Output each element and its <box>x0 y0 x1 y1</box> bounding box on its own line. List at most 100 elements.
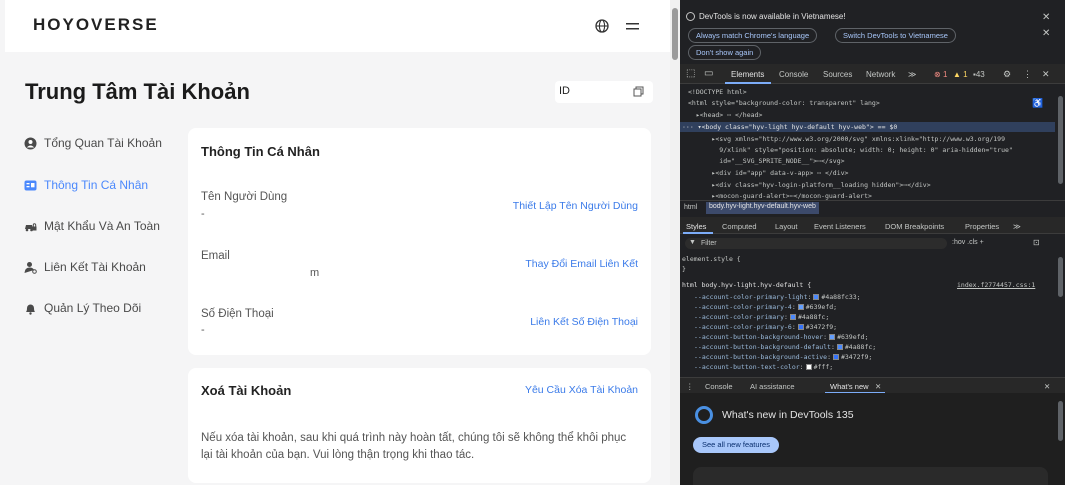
css-variable-row[interactable]: --account-color-primary-6: #3472f9; <box>694 323 837 331</box>
change-email-link[interactable]: Thay Đổi Email Liên Kết <box>525 258 638 270</box>
color-swatch[interactable] <box>813 294 820 300</box>
more-tabs-icon[interactable]: ≫ <box>908 70 916 79</box>
css-semicolon: ; <box>868 353 873 361</box>
page-scrollbar[interactable] <box>670 0 680 485</box>
tab-styles[interactable]: Styles <box>686 222 706 231</box>
dom-line[interactable]: ▸<div id="app" data-v-app> ⋯ </div> <box>688 169 848 177</box>
rule-source-link[interactable]: index.f2774457.css:1 <box>957 281 1035 289</box>
breadcrumb-body[interactable]: body.hyv-light.hyv-default.hyv-web <box>706 202 819 214</box>
css-variable-name: --account-color-primary-6 <box>694 323 792 331</box>
sidebar-toggle-icon[interactable]: ⊡ <box>1033 238 1040 247</box>
tab-elements[interactable]: Elements <box>731 70 764 79</box>
dom-line[interactable]: id="__SVG_SPRITE_NODE__">⋯</svg> <box>688 157 844 165</box>
settings-gear-icon[interactable]: ⚙ <box>1003 69 1011 80</box>
css-colon: : <box>799 363 804 371</box>
whats-new-scrollbar[interactable] <box>1055 393 1065 485</box>
globe-icon[interactable] <box>594 18 610 34</box>
dom-line[interactable]: <html style="background-color: transpare… <box>688 99 880 107</box>
error-count[interactable]: ⊗ 1 <box>934 70 947 79</box>
switch-language-button[interactable]: Switch DevTools to Vietnamese <box>835 28 956 43</box>
warning-count[interactable]: ▲ 1 <box>953 70 968 79</box>
tab-console[interactable]: Console <box>779 70 808 79</box>
match-language-button[interactable]: Always match Chrome's language <box>688 28 818 43</box>
issue-count[interactable]: ▪43 <box>973 70 985 79</box>
kebab-menu-icon[interactable]: ⋮ <box>1023 69 1032 80</box>
close-drawer-icon[interactable]: ✕ <box>1044 382 1050 391</box>
more-subtabs-icon[interactable]: ≫ <box>1013 222 1021 231</box>
drawer-tab-console[interactable]: Console <box>705 382 733 391</box>
close-devtools-icon[interactable]: ✕ <box>1042 69 1050 80</box>
color-swatch[interactable] <box>836 344 843 350</box>
sidebar-item-linked-accounts[interactable]: Liên Kết Tài Khoản <box>24 258 146 276</box>
close-infobar-icon[interactable]: ✕ <box>1042 28 1050 39</box>
color-swatch[interactable] <box>789 314 796 320</box>
styles-scrollbar[interactable] <box>1055 253 1065 375</box>
styles-pane[interactable]: element.style { } html body.hyv-light.hy… <box>680 253 1055 375</box>
set-username-link[interactable]: Thiết Lập Tên Người Dùng <box>513 200 638 212</box>
breadcrumb-html[interactable]: html <box>684 204 697 211</box>
scrollbar-thumb[interactable] <box>1058 401 1063 441</box>
color-swatch[interactable] <box>832 354 839 360</box>
css-variable-row[interactable]: --account-button-background-hover: #639ef… <box>694 333 868 341</box>
drawer-tab-ai-assistance[interactable]: AI assistance <box>750 382 795 391</box>
hoyoverse-logo[interactable]: HOYOVERSE <box>33 15 159 35</box>
scrollbar-thumb[interactable] <box>1058 96 1063 184</box>
tab-layout[interactable]: Layout <box>775 222 798 231</box>
filter-icon: ▼ <box>689 239 696 246</box>
style-options[interactable]: :hov .cls + <box>952 239 984 246</box>
css-semicolon: ; <box>864 333 869 341</box>
dom-line-selected[interactable]: ··· ▾<body class="hyv-light hyv-default … <box>682 123 897 131</box>
css-variable-row[interactable]: --account-button-text-color: #fff; <box>694 363 833 371</box>
dom-line[interactable]: ▸<div class="hyv-login-platform__loading… <box>688 181 930 189</box>
dom-line[interactable]: <!DOCTYPE html> <box>688 88 747 96</box>
css-variable-row[interactable]: --account-color-primary-4: #639efd; <box>694 303 837 311</box>
see-all-features-button[interactable]: See all new features <box>693 437 779 453</box>
tab-properties[interactable]: Properties <box>965 222 999 231</box>
tab-dom-breakpoints[interactable]: DOM Breakpoints <box>885 222 944 231</box>
css-variable-name: --account-button-text-color <box>694 363 800 371</box>
color-swatch[interactable] <box>797 304 804 310</box>
tab-sources[interactable]: Sources <box>823 70 852 79</box>
css-variable-row[interactable]: --account-button-background-active: #3472… <box>694 353 872 361</box>
drawer-tab-whats-new[interactable]: What's new <box>830 382 869 391</box>
css-variable-row[interactable]: --account-button-background-default: #4a8… <box>694 343 876 351</box>
personal-info-card: Thông Tin Cá Nhân Tên Người Dùng - Thiết… <box>188 128 651 355</box>
color-swatch[interactable] <box>805 364 812 370</box>
close-icon[interactable]: ✕ <box>1042 12 1050 23</box>
css-semicolon: ; <box>856 293 861 301</box>
sidebar-item-subscriptions[interactable]: Quản Lý Theo Dõi <box>24 299 141 317</box>
close-tab-icon[interactable]: ✕ <box>875 382 881 391</box>
css-variable-row[interactable]: --account-color-primary-light: #4a88fc33; <box>694 293 861 301</box>
dont-show-again-button[interactable]: Don't show again <box>688 45 762 60</box>
inspect-element-icon[interactable]: ⬚ <box>686 68 695 79</box>
sidebar-item-overview[interactable]: Tổng Quan Tài Khoản <box>24 134 162 152</box>
tab-computed[interactable]: Computed <box>722 222 757 231</box>
dom-line[interactable]: ▸<svg xmlns="http://www.w3.org/2000/svg"… <box>688 135 1005 143</box>
color-swatch[interactable] <box>797 324 804 330</box>
elements-dom-tree[interactable]: <!DOCTYPE html> <html style="background-… <box>680 86 1055 200</box>
tab-network[interactable]: Network <box>866 70 895 79</box>
hamburger-menu-icon[interactable] <box>625 19 641 33</box>
color-swatch[interactable] <box>829 334 836 340</box>
tab-event-listeners[interactable]: Event Listeners <box>814 222 866 231</box>
copy-icon[interactable] <box>633 86 644 97</box>
rule-selector[interactable]: html body.hyv-light.hyv-default { <box>682 281 811 289</box>
whats-new-title: What's new in DevTools 135 <box>722 409 854 421</box>
drawer-menu-icon[interactable]: ⋮ <box>686 382 694 391</box>
dom-line[interactable]: ▸<mocon-guard-alert>⋯</mocon-guard-alert… <box>688 192 871 200</box>
request-delete-link[interactable]: Yêu Cầu Xóa Tài Khoản <box>525 384 638 396</box>
page-scrollbar-thumb[interactable] <box>672 8 678 60</box>
element-style-rule[interactable]: element.style { <box>682 255 741 263</box>
link-phone-link[interactable]: Liên Kết Số Điện Thoại <box>530 316 638 328</box>
accessibility-icon[interactable]: ♿ <box>1032 98 1043 109</box>
sidebar-item-password-security[interactable]: Mật Khẩu Và An Toàn <box>24 217 160 235</box>
dom-tree-scrollbar[interactable] <box>1055 86 1065 200</box>
devtools-tab-bar: ⬚ ▭ Elements Console Sources Network ≫ ⊗… <box>680 64 1065 84</box>
device-toolbar-icon[interactable]: ▭ <box>704 68 713 79</box>
sidebar-item-personal-info[interactable]: Thông Tin Cá Nhân <box>24 176 148 194</box>
css-variable-row[interactable]: --account-color-primary: #4a88fc; <box>694 313 829 321</box>
filter-input[interactable]: Filter <box>685 238 947 249</box>
dom-line[interactable]: ▸<head> ⋯ </head> <box>688 111 763 119</box>
scrollbar-thumb[interactable] <box>1058 257 1063 297</box>
dom-line[interactable]: 9/xlink" style="position: absolute; widt… <box>688 146 1013 154</box>
